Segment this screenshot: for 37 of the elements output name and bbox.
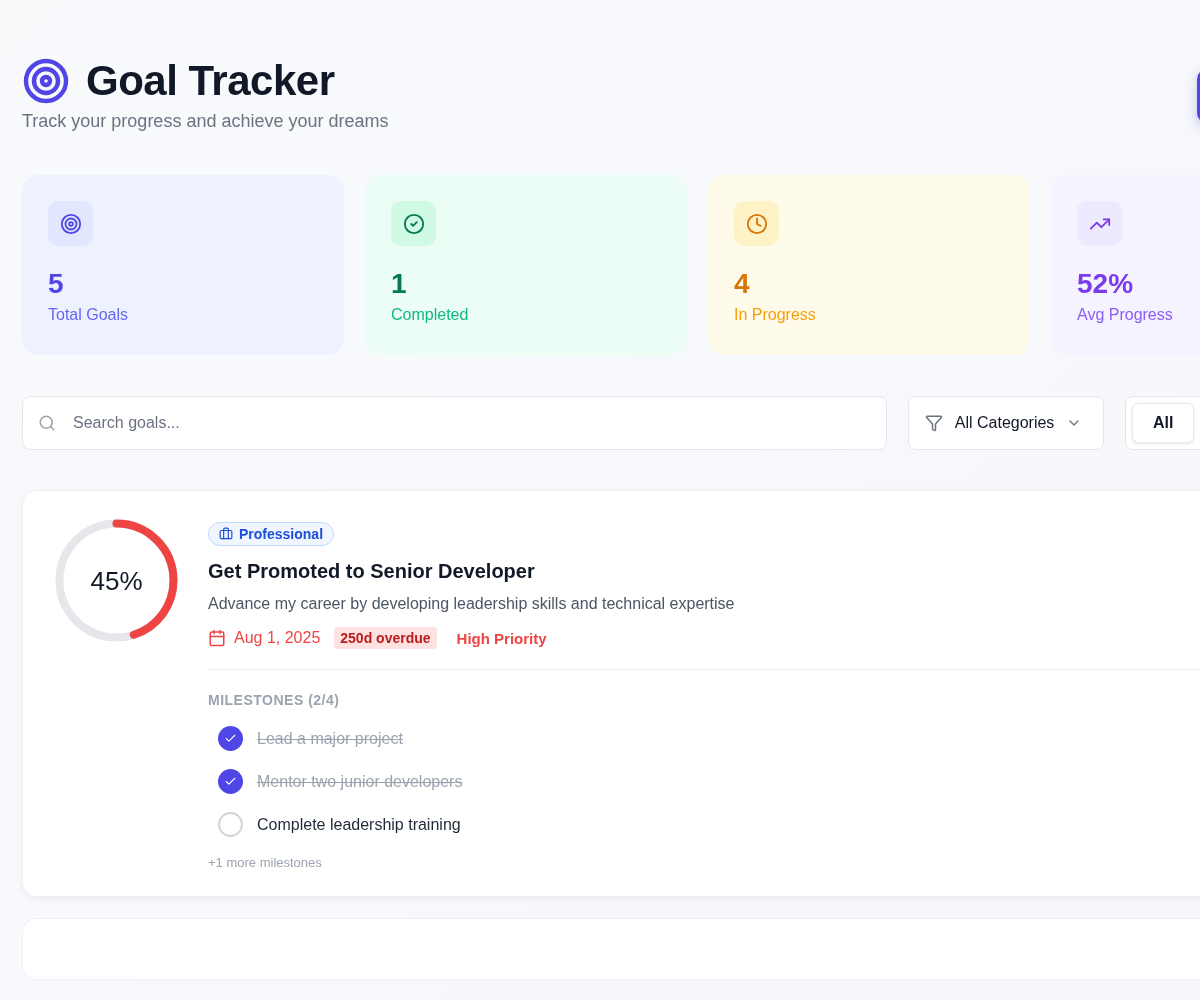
stat-value: 4 bbox=[734, 268, 750, 300]
priority-label: High Priority bbox=[455, 629, 547, 647]
stat-value: 5 bbox=[48, 268, 64, 300]
clock-icon bbox=[734, 201, 779, 246]
briefcase-icon bbox=[219, 527, 233, 541]
search-icon bbox=[38, 414, 56, 432]
check-icon bbox=[224, 732, 237, 745]
stat-label: Avg Progress bbox=[1077, 306, 1174, 324]
app-subtitle: Track your progress and achieve your dreams bbox=[22, 111, 389, 132]
milestone-label: Lead a major project bbox=[257, 729, 403, 748]
target-icon bbox=[22, 57, 70, 105]
category-badge: Professional bbox=[208, 522, 335, 546]
stat-value: 52% bbox=[1077, 268, 1134, 300]
more-milestones: +1 more milestones bbox=[208, 855, 323, 870]
progress-percent: 45% bbox=[89, 565, 144, 596]
app-title: Goal Tracker bbox=[86, 57, 335, 105]
category-dropdown[interactable]: All Categories bbox=[907, 396, 1105, 450]
goal-title: Get Promoted to Senior Developer bbox=[208, 560, 536, 583]
milestone-label: Mentor two junior developers bbox=[257, 772, 463, 791]
trend-up-icon bbox=[1077, 201, 1122, 246]
milestone-checkbox[interactable] bbox=[218, 726, 243, 751]
overdue-badge: 250d overdue bbox=[334, 627, 437, 649]
goal-description: Advance my career by developing leadership skills and technical expertise bbox=[208, 595, 736, 613]
milestone-checkbox[interactable] bbox=[218, 769, 243, 794]
stat-label: Total Goals bbox=[48, 306, 130, 324]
stat-value: 1 bbox=[391, 268, 407, 300]
stat-label: In Progress bbox=[734, 306, 817, 324]
search-field[interactable]: Search goals... bbox=[22, 396, 887, 450]
milestones-heading: MILESTONES (2/4) bbox=[208, 692, 341, 708]
filter-icon bbox=[924, 414, 943, 432]
due-date: Aug 1, 2025 bbox=[234, 629, 321, 647]
status-tab[interactable]: All bbox=[1132, 403, 1195, 443]
target-icon bbox=[48, 201, 93, 246]
calendar-icon bbox=[208, 629, 226, 647]
check-icon bbox=[224, 775, 237, 788]
milestone-label: Complete leadership training bbox=[257, 815, 461, 834]
stat-label: Completed bbox=[391, 306, 470, 324]
